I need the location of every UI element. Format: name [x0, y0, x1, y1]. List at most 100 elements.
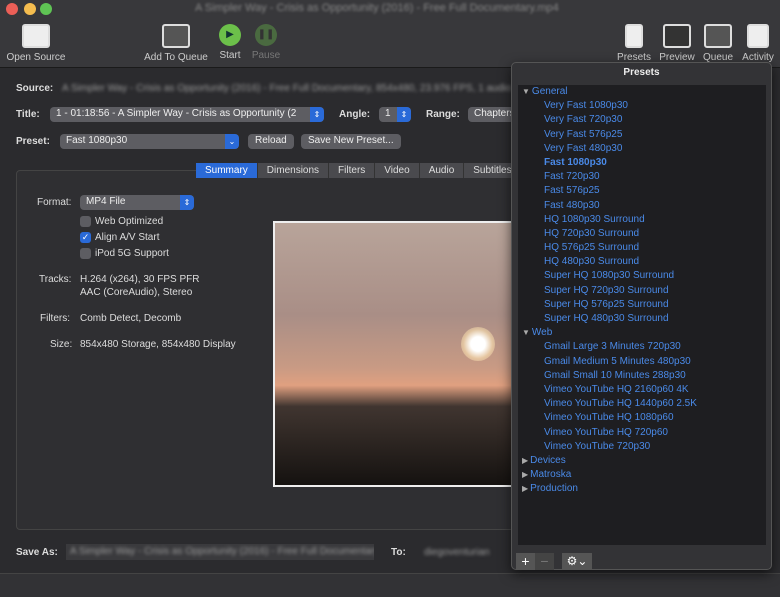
- preset-item[interactable]: Fast 720p30: [518, 170, 766, 184]
- pause-button[interactable]: ❚❚ Pause: [249, 24, 283, 61]
- preview-button[interactable]: Preview: [656, 24, 698, 63]
- preset-item[interactable]: Vimeo YouTube HQ 1080p60: [518, 411, 766, 425]
- activity-log-icon: [747, 24, 769, 48]
- preset-item[interactable]: Gmail Large 3 Minutes 720p30: [518, 340, 766, 354]
- presets-button[interactable]: Presets: [614, 24, 654, 63]
- preset-item[interactable]: Vimeo YouTube HQ 1440p60 2.5K: [518, 397, 766, 411]
- activity-button[interactable]: Activity: [738, 24, 778, 63]
- play-icon: ▶: [219, 24, 241, 46]
- preset-item[interactable]: Vimeo YouTube HQ 2160p60 4K: [518, 383, 766, 397]
- tab-filters[interactable]: Filters: [329, 163, 376, 178]
- preset-item[interactable]: Very Fast 480p30: [518, 142, 766, 156]
- preset-item[interactable]: Fast 1080p30: [518, 156, 766, 170]
- close-button[interactable]: [6, 3, 18, 15]
- reload-button[interactable]: Reload: [248, 134, 294, 149]
- size-value: 854x480 Storage, 854x480 Display: [80, 339, 236, 350]
- preset-item[interactable]: Very Fast 720p30: [518, 113, 766, 127]
- format-label: Format:: [37, 197, 72, 208]
- toolbar: A Simpler Way - Crisis as Opportunity (2…: [0, 0, 780, 68]
- stepper-arrows-icon: ⇕: [397, 107, 411, 122]
- tab-dimensions[interactable]: Dimensions: [257, 163, 330, 178]
- preset-item[interactable]: HQ 576p25 Surround: [518, 241, 766, 255]
- ipod-checkbox[interactable]: iPod 5G Support: [80, 248, 169, 259]
- start-button[interactable]: ▶ Start: [214, 24, 246, 61]
- chevron-down-icon: ⌄: [225, 134, 239, 149]
- preset-item[interactable]: Vimeo YouTube HQ 720p60: [518, 426, 766, 440]
- preset-item[interactable]: HQ 480p30 Surround: [518, 255, 766, 269]
- sun: [461, 327, 495, 361]
- preset-item[interactable]: Gmail Small 10 Minutes 288p30: [518, 369, 766, 383]
- title-select[interactable]: 1 - 01:18:56 - A Simpler Way - Crisis as…: [50, 107, 324, 122]
- minimize-button[interactable]: [24, 3, 36, 15]
- angle-select[interactable]: 1 ⇕: [379, 107, 411, 122]
- save-as-label: Save As:: [16, 547, 58, 558]
- preset-item[interactable]: Fast 480p30: [518, 199, 766, 213]
- stepper-arrows-icon: ⇕: [310, 107, 324, 122]
- preset-item[interactable]: Very Fast 576p25: [518, 128, 766, 142]
- presets-list: ▼ General Very Fast 1080p30 Very Fast 720p3…: [518, 85, 766, 545]
- tab-bar: Summary Dimensions Filters Video Audio S…: [196, 163, 522, 178]
- disclosure-closed-icon[interactable]: ▶: [522, 456, 528, 465]
- preset-item[interactable]: HQ 720p30 Surround: [518, 227, 766, 241]
- add-to-queue-button[interactable]: Add To Queue: [140, 24, 212, 63]
- preset-group-production[interactable]: ▶ Production: [518, 482, 766, 496]
- preset-item[interactable]: Super HQ 1080p30 Surround: [518, 269, 766, 283]
- preset-item[interactable]: Very Fast 1080p30: [518, 99, 766, 113]
- add-preset-button[interactable]: +: [516, 553, 535, 570]
- presets-title: Presets: [623, 67, 660, 78]
- format-select[interactable]: MP4 File ⇕: [80, 195, 194, 210]
- save-as-input[interactable]: A Simpler Way - Crisis as Opportunity (2…: [66, 544, 374, 560]
- film-icon: [663, 24, 691, 48]
- preset-item[interactable]: Super HQ 720p30 Surround: [518, 284, 766, 298]
- queue-images-icon: [704, 24, 732, 48]
- zoom-button[interactable]: [40, 3, 52, 15]
- preset-label: Preset:: [16, 136, 50, 147]
- disclosure-closed-icon[interactable]: ▶: [522, 470, 528, 479]
- gear-icon: ⚙⌄: [566, 554, 588, 568]
- preset-group-devices[interactable]: ▶ Devices: [518, 454, 766, 468]
- filters-label: Filters:: [40, 313, 70, 324]
- window-title: A Simpler Way - Crisis as Opportunity (2…: [195, 2, 559, 14]
- disclosure-closed-icon[interactable]: ▶: [522, 484, 528, 493]
- tracks-label: Tracks:: [39, 274, 72, 285]
- add-image-icon: [162, 24, 190, 48]
- tab-audio[interactable]: Audio: [419, 163, 465, 178]
- status-bar: [0, 573, 780, 597]
- presets-gear-icon: [625, 24, 643, 48]
- size-label: Size:: [50, 339, 73, 350]
- preset-select[interactable]: Fast 1080p30 ⌄: [60, 134, 239, 149]
- filters-value: Comb Detect, Decomb: [80, 313, 182, 324]
- preset-item[interactable]: Super HQ 480p30 Surround: [518, 312, 766, 326]
- preset-item[interactable]: Super HQ 576p25 Surround: [518, 298, 766, 312]
- preset-group-general[interactable]: ▼ General: [518, 85, 766, 99]
- queue-button[interactable]: Queue: [700, 24, 736, 63]
- preview-thumbnail: [273, 221, 513, 487]
- title-label: Title:: [16, 109, 40, 120]
- preset-group-web[interactable]: ▼ Web: [518, 326, 766, 340]
- preset-item[interactable]: Vimeo YouTube 720p30: [518, 440, 766, 454]
- open-source-button[interactable]: Open Source: [4, 24, 68, 63]
- tracks-video: H.264 (x264), 30 FPS PFR: [80, 274, 200, 285]
- stepper-arrows-icon: ⇕: [180, 195, 194, 210]
- preset-item[interactable]: Gmail Medium 5 Minutes 480p30: [518, 355, 766, 369]
- align-av-checkbox[interactable]: ✓ Align A/V Start: [80, 232, 159, 243]
- disclosure-open-icon[interactable]: ▼: [522, 87, 530, 96]
- preset-group-matroska[interactable]: ▶ Matroska: [518, 468, 766, 482]
- preset-item[interactable]: HQ 1080p30 Surround: [518, 213, 766, 227]
- angle-label: Angle:: [339, 109, 371, 120]
- preset-item[interactable]: Fast 576p25: [518, 184, 766, 198]
- range-label: Range:: [426, 109, 460, 120]
- disclosure-open-icon[interactable]: ▼: [522, 328, 530, 337]
- destination-path[interactable]: diegoventurian: [424, 547, 490, 558]
- tracks-audio: AAC (CoreAudio), Stereo: [80, 287, 193, 298]
- web-optimized-checkbox[interactable]: Web Optimized: [80, 216, 163, 227]
- remove-preset-button[interactable]: −: [535, 553, 554, 570]
- presets-popover: Presets ▼ General Very Fast 1080p30 Very Fa…: [511, 62, 772, 570]
- tab-summary[interactable]: Summary: [196, 163, 258, 178]
- pause-icon: ❚❚: [255, 24, 277, 46]
- source-value: A Simpler Way - Crisis as Opportunity (2…: [62, 83, 512, 94]
- save-new-preset-button[interactable]: Save New Preset...: [301, 134, 401, 149]
- gear-menu-button[interactable]: ⚙⌄: [562, 553, 592, 570]
- source-label: Source:: [16, 83, 54, 94]
- tab-video[interactable]: Video: [375, 163, 420, 178]
